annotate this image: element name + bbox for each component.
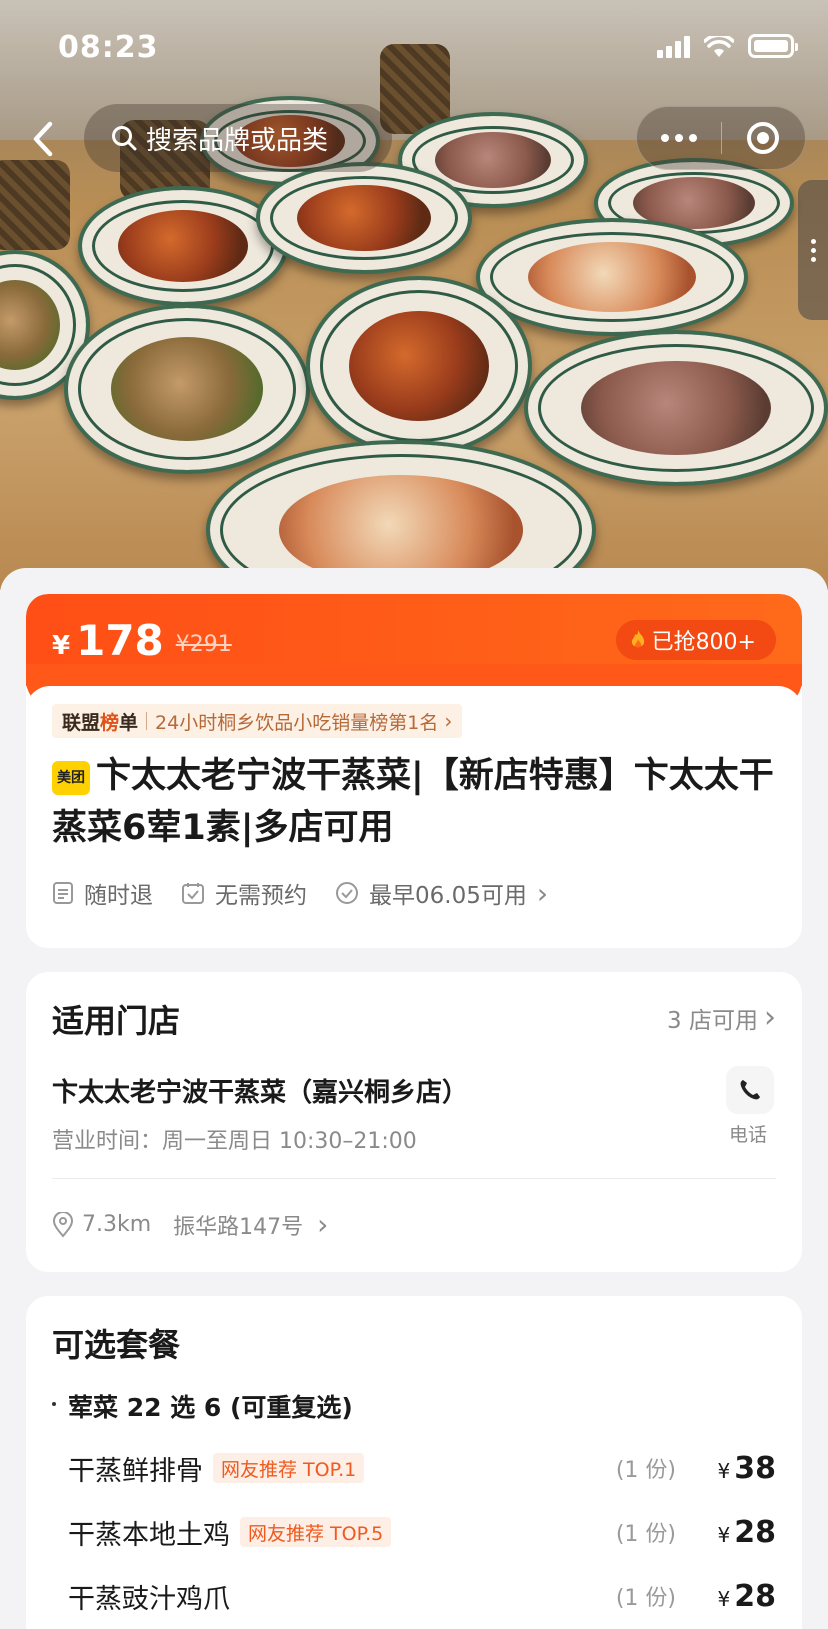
price-currency: ¥ — [52, 631, 71, 661]
store-divider — [52, 1178, 776, 1179]
hero-plate — [306, 276, 532, 456]
ranking-brand: 联盟榜单 — [62, 711, 139, 734]
feature-list: 随时退 无需预约 最早06.05可用 › — [52, 876, 776, 910]
hero-plate — [256, 162, 472, 274]
top-nav: 搜索品牌或品类 — [0, 104, 828, 176]
package-item-name: 干蒸鲜排骨 — [68, 1455, 203, 1487]
chevron-right-icon: › — [764, 1000, 776, 1035]
store-distance: 7.3km — [82, 1212, 152, 1237]
check-circle-icon — [336, 882, 358, 904]
deal-title-text: 卞太太老宁波干蒸菜|【新店特惠】卞太太干蒸菜6荤1素|多店可用 — [52, 756, 774, 848]
store-hours: 营业时间：周一至周日 10:30–21:00 — [52, 1129, 417, 1154]
target-icon — [747, 122, 780, 154]
signal-icon — [657, 36, 690, 58]
phone-button[interactable]: 电话 — [726, 1066, 774, 1147]
price-bar: ¥ 178 ¥291 已抢800+ — [26, 594, 802, 708]
chevron-right-icon: › — [444, 709, 453, 733]
more-button[interactable] — [637, 107, 721, 169]
wifi-icon — [704, 36, 734, 57]
meituan-logo: 美团 — [52, 761, 90, 795]
package-item-tag: 网友推荐 TOP.5 — [240, 1517, 392, 1547]
deal-title: 美团 卞太太老宁波干蒸菜|【新店特惠】卞太太干蒸菜6荤1素|多店可用 — [52, 750, 776, 854]
phone-label: 电话 — [728, 1124, 767, 1146]
package-item-price: ¥28 — [717, 1514, 776, 1550]
sold-count-badge: 已抢800+ — [615, 620, 776, 660]
current-price: 178 — [76, 615, 164, 665]
package-item-qty: (1 份) — [615, 1458, 676, 1483]
hero-plate — [476, 218, 748, 336]
calendar-check-icon — [182, 883, 204, 904]
back-button[interactable] — [20, 114, 70, 164]
package-item-price: ¥28 — [717, 1578, 776, 1614]
ranking-divider — [146, 712, 148, 730]
deal-card: ¥ 178 ¥291 已抢800+ 联盟榜单 24小时桐乡饮品小吃销量榜第1名 … — [26, 594, 802, 948]
store-name[interactable]: 卞太太老宁波干蒸菜（嘉兴桐乡店） — [52, 1072, 776, 1109]
feature-earliest-date[interactable]: 最早06.05可用 › — [335, 876, 548, 910]
flame-icon — [631, 630, 644, 648]
package-item[interactable]: 干蒸鲜排骨 网友推荐 TOP.1 (1 份) ¥38 — [52, 1436, 776, 1500]
package-item-price: ¥38 — [717, 1450, 776, 1486]
package-item-name: 干蒸豉汁鸡爪 — [68, 1583, 230, 1615]
chevron-right-icon: › — [536, 876, 549, 910]
ranking-tag[interactable]: 联盟榜单 24小时桐乡饮品小吃销量榜第1名 › — [52, 704, 463, 738]
phone-icon — [740, 1080, 760, 1100]
search-placeholder: 搜索品牌或品类 — [146, 125, 329, 156]
feature-no-booking: 无需预约 — [181, 876, 307, 910]
hero-plate — [78, 186, 288, 306]
ranking-text: 24小时桐乡饮品小吃销量榜第1名 — [155, 711, 439, 734]
status-bar: 08:23 — [0, 0, 828, 90]
package-group-title: 荤菜 22 选 6 (可重复选) — [52, 1388, 776, 1424]
search-icon — [112, 126, 137, 151]
package-item[interactable]: 干蒸豉汁鸡爪 (1 份) ¥28 — [52, 1564, 776, 1628]
feature-refund: 随时退 — [52, 876, 153, 910]
status-time: 08:23 — [58, 30, 159, 65]
document-icon — [53, 882, 73, 904]
chevron-right-icon: › — [317, 1208, 329, 1241]
sold-count-text: 已抢800+ — [651, 630, 756, 655]
original-price: ¥291 — [175, 631, 232, 657]
hero-plate — [524, 330, 828, 486]
package-item-qty: (1 份) — [615, 1522, 676, 1547]
deal-body: 联盟榜单 24小时桐乡饮品小吃销量榜第1名 › 美团 卞太太老宁波干蒸菜|【新店特… — [26, 686, 802, 948]
miniprogram-capsule — [636, 106, 806, 170]
package-item-tag: 网友推荐 TOP.1 — [213, 1453, 365, 1483]
back-arrow-icon — [33, 121, 53, 157]
side-drawer-handle[interactable] — [798, 180, 828, 320]
location-pin-icon — [52, 1211, 74, 1238]
package-item-name: 干蒸本地土鸡 — [68, 1519, 230, 1551]
store-street: 振华路147号 — [173, 1214, 304, 1240]
status-icons — [657, 34, 798, 58]
store-card: 适用门店 3 店可用 › 卞太太老宁波干蒸菜（嘉兴桐乡店） 营业时间：周一至周日… — [26, 972, 802, 1272]
package-section-title: 可选套餐 — [52, 1326, 181, 1364]
package-card: 可选套餐 荤菜 22 选 6 (可重复选) 干蒸鲜排骨 网友推荐 TOP.1 (… — [26, 1296, 802, 1629]
package-item[interactable]: 干蒸本地土鸡 网友推荐 TOP.5 (1 份) ¥28 — [52, 1500, 776, 1564]
store-count-link[interactable]: 3 店可用 › — [667, 1000, 776, 1035]
close-miniprogram-button[interactable] — [722, 107, 806, 169]
package-item-qty: (1 份) — [615, 1586, 676, 1611]
store-address[interactable]: 7.3km 振华路147号 › — [52, 1208, 328, 1241]
hero-plate — [64, 304, 310, 474]
search-input[interactable]: 搜索品牌或品类 — [84, 104, 392, 172]
phone-icon-wrap — [726, 1066, 774, 1114]
battery-icon — [748, 34, 798, 58]
